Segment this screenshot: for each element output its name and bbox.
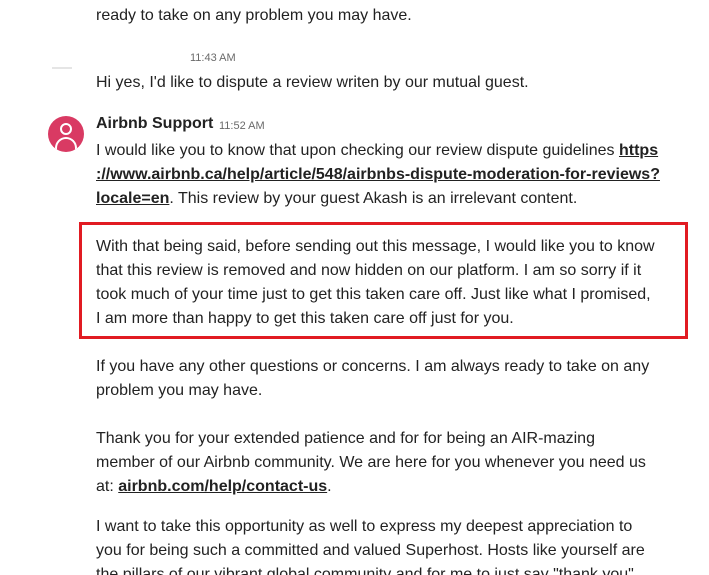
support-p5-line1: I want to take this opportunity as well … (96, 518, 633, 535)
sender-name: Airbnb Support (96, 115, 214, 132)
message-thread: { "thread": { "top_fragment": "ready to … (0, 0, 709, 575)
support-p5-line2: you for being such a committed and value… (96, 542, 645, 559)
support-p4-line1: Thank you for your extended patience and… (96, 430, 595, 447)
support-p4-line3: at: airbnb.com/help/contact-us. (96, 475, 332, 499)
support-p4-line3-prefix: at: (96, 478, 119, 495)
support-p4-line3-suffix: . (327, 478, 332, 495)
support-p1-line2: ://www.airbnb.ca/help/article/548/airbnb… (96, 163, 660, 187)
support-p1-line1-text: I would like you to know that upon check… (96, 142, 619, 159)
host-message-text: Hi yes, I'd like to dispute a review wri… (96, 74, 529, 91)
support-p1-line1: I would like you to know that upon check… (96, 139, 658, 163)
support-p3-line2: problem you may have. (96, 382, 263, 399)
host-avatar-placeholder (52, 67, 72, 69)
dispute-guidelines-link-cont[interactable]: ://www.airbnb.ca/help/article/548/airbnb… (96, 166, 660, 183)
contact-us-link[interactable]: airbnb.com/help/contact-us (118, 478, 327, 495)
support-p2-line4: I am more than happy to get this taken c… (96, 310, 514, 327)
avatar-head-shape (60, 123, 72, 135)
dispute-guidelines-link[interactable]: https (619, 142, 658, 159)
support-p2-line1: With that being said, before sending out… (96, 238, 655, 255)
avatar-body-shape (55, 137, 77, 152)
support-message-timestamp: 11:52 AM (219, 120, 265, 132)
support-p1-line3-rest: . This review by your guest Akash is an … (169, 190, 578, 207)
support-p3-line1: If you have any other questions or conce… (96, 358, 650, 375)
support-p1-line3: locale=en. This review by your guest Aka… (96, 187, 577, 211)
dispute-guidelines-link-end[interactable]: locale=en (96, 190, 169, 207)
support-p4-line2: member of our Airbnb community. We are h… (96, 454, 646, 471)
support-p5-line3: the pillars of our vibrant global commun… (96, 566, 634, 575)
host-message-timestamp: 11:43 AM (190, 52, 236, 64)
user-avatar-icon[interactable] (48, 116, 84, 152)
support-p2-line3: took much of your time just to get this … (96, 286, 651, 303)
previous-message-fragment: ready to take on any problem you may hav… (96, 7, 412, 24)
support-p2-line2: that this review is removed and now hidd… (96, 262, 642, 279)
